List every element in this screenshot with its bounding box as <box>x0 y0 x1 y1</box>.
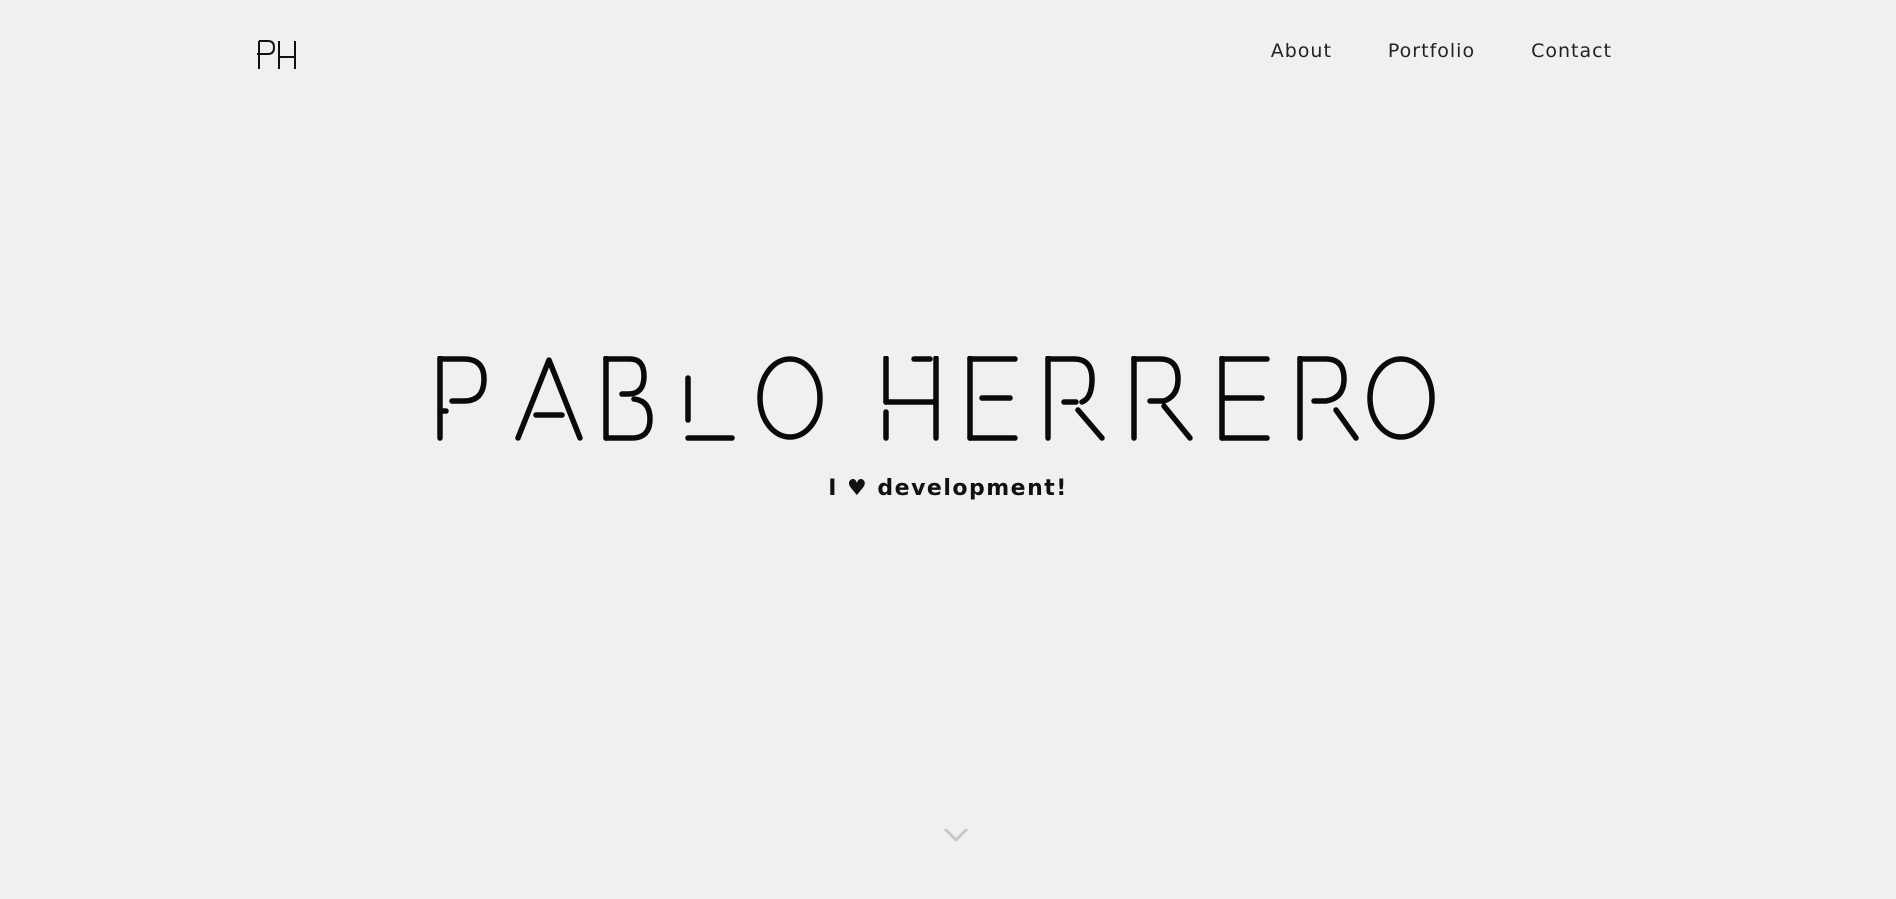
nav-portfolio-link[interactable]: Portfolio <box>1388 40 1475 62</box>
nav-contact-link[interactable]: Contact <box>1531 40 1612 62</box>
hero-tagline: I ♥ development! <box>828 476 1068 501</box>
main-nav: About Portfolio Contact <box>1200 40 1612 62</box>
chevron-down-icon[interactable] <box>940 824 972 846</box>
nav-about-link[interactable]: About <box>1271 40 1332 62</box>
site-header: About Portfolio Contact <box>0 0 1896 110</box>
hero-title <box>437 356 1435 441</box>
logo[interactable] <box>256 38 298 72</box>
